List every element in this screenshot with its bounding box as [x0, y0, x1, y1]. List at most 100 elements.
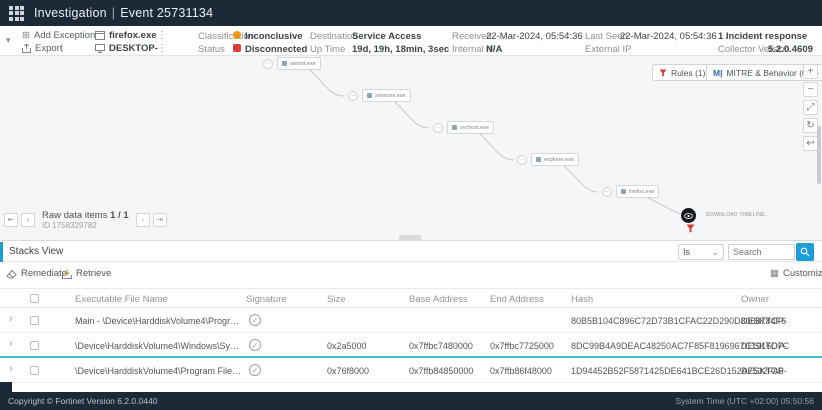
- process-node-label: firefox.exe: [629, 189, 654, 195]
- search-input[interactable]: [728, 244, 795, 260]
- destination-value: Service Access: [352, 31, 421, 42]
- raw-data-label: Raw data items: [42, 210, 107, 221]
- zoom-out-button[interactable]: −: [803, 82, 818, 97]
- process-menu-icon[interactable]: ⋮: [157, 30, 167, 41]
- process-node-icon: [367, 93, 372, 98]
- process-node-label: services.exe: [375, 93, 406, 99]
- row-expand-icon[interactable]: ›: [9, 338, 13, 350]
- table-row[interactable]: › \Device\HarddiskVolume4\Program Files\…: [0, 358, 822, 383]
- top-bar: Investigation | Event 25731134: [0, 0, 822, 26]
- select-all-checkbox[interactable]: [30, 294, 39, 303]
- cell-executable: \Device\HarddiskVolume4\Windows\System32…: [75, 341, 243, 351]
- apps-grid-icon[interactable]: [9, 6, 24, 21]
- node-more-icon[interactable]: ⋯: [348, 91, 358, 101]
- page-prev-button[interactable]: ‹: [21, 213, 35, 227]
- event-funnel-icon[interactable]: [686, 224, 695, 233]
- chevron-down-icon: ⌄: [711, 247, 719, 258]
- process-name: firefox.exe: [109, 30, 157, 41]
- signature-valid-icon: ✓: [249, 364, 261, 376]
- undo-button[interactable]: ↩: [803, 136, 818, 151]
- device-menu-icon[interactable]: ⋮: [157, 43, 167, 54]
- table-row[interactable]: › \Device\HarddiskVolume4\Windows\System…: [0, 333, 822, 358]
- node-more-icon[interactable]: ⋯: [602, 187, 612, 197]
- event-eye-node[interactable]: [681, 208, 696, 223]
- cell-owner: DESKTOP-: [741, 341, 787, 351]
- received-value: 22-Mar-2024, 05:54:36: [486, 31, 583, 42]
- row-expand-icon[interactable]: ›: [9, 313, 13, 325]
- col-end-address[interactable]: End Address: [490, 294, 544, 305]
- cell-end-address: 0x7ffb86f48000: [490, 366, 552, 376]
- process-node[interactable]: explorer.exe: [531, 153, 579, 166]
- row-checkbox[interactable]: [30, 366, 39, 375]
- bottom-panel-toggle[interactable]: [0, 382, 12, 392]
- table-row[interactable]: › Main - \Device\HarddiskVolume4\Program…: [0, 308, 822, 333]
- row-expand-icon[interactable]: ›: [9, 363, 13, 375]
- process-node-label: svchost.exe: [460, 125, 489, 131]
- copyright-text: Copyright © Fortinet Version 6.2.0.0440: [8, 396, 157, 406]
- zoom-in-button[interactable]: +: [803, 64, 818, 79]
- page-next-button[interactable]: ›: [136, 213, 150, 227]
- process-node[interactable]: services.exe: [362, 89, 411, 102]
- row-checkbox[interactable]: [30, 316, 39, 325]
- refresh-button[interactable]: ↻: [803, 118, 818, 133]
- stacks-action-bar: Remediate Retrieve ▦ Customize: [0, 263, 822, 288]
- process-node[interactable]: wininit.exe: [277, 57, 321, 70]
- cell-size: 0x2a5000: [327, 341, 367, 351]
- filter-operator-value: Is: [683, 247, 690, 257]
- page-first-button[interactable]: ⇤: [4, 213, 18, 227]
- col-hash[interactable]: Hash: [571, 294, 593, 305]
- process-item[interactable]: firefox.exe: [95, 30, 157, 41]
- cell-size: 0x76f8000: [327, 366, 369, 376]
- retrieve-button[interactable]: Retrieve: [62, 268, 111, 279]
- monitor-icon: [95, 44, 105, 53]
- col-executable-file-name[interactable]: Executable File Name: [75, 294, 168, 305]
- process-node-icon: [282, 61, 287, 66]
- col-owner[interactable]: Owner: [741, 294, 769, 305]
- external-ip-label: External IP: [585, 44, 631, 55]
- search-button[interactable]: [796, 243, 814, 261]
- export-menu-icon[interactable]: ⋮: [57, 43, 67, 54]
- panel-splitter-handle[interactable]: [399, 235, 421, 240]
- system-time-text: System Time (UTC +02:00) 05:50:56: [675, 396, 814, 406]
- customize-button[interactable]: ▦ Customize: [770, 268, 822, 279]
- col-signature[interactable]: Signature: [246, 294, 287, 305]
- add-exception-button[interactable]: ⊞ Add Exception: [22, 30, 95, 41]
- footer-bar: Copyright © Fortinet Version 6.2.0.0440 …: [0, 392, 822, 410]
- last-seen-value: 22-Mar-2024, 05:54:36: [620, 31, 717, 42]
- process-graph-panel: ⋯ wininit.exe ⋯ services.exe ⋯ svchost.e…: [0, 56, 822, 241]
- funnel-icon: [659, 69, 667, 77]
- incident-response-link[interactable]: 1 Incident response: [718, 31, 807, 42]
- cell-base-address: 0x7ffbc7480000: [409, 341, 473, 351]
- process-node[interactable]: firefox.exe: [616, 185, 659, 198]
- collapse-caret-icon[interactable]: ▾: [6, 35, 11, 46]
- page-last-button[interactable]: ⇥: [153, 213, 167, 227]
- process-node-icon: [452, 125, 457, 130]
- node-more-icon[interactable]: ⋯: [433, 123, 443, 133]
- col-size[interactable]: Size: [327, 294, 345, 305]
- process-node[interactable]: svchost.exe: [447, 121, 494, 134]
- app-title: Investigation: [34, 6, 107, 20]
- device-item[interactable]: DESKTOP-: [95, 43, 158, 54]
- cell-end-address: 0x7ffbc7725000: [490, 341, 554, 351]
- title-separator: |: [112, 6, 115, 20]
- row-checkbox[interactable]: [30, 341, 39, 350]
- signature-valid-icon: ✓: [249, 339, 261, 351]
- fit-view-button[interactable]: ⤢: [803, 100, 818, 115]
- search-icon: [800, 247, 810, 257]
- mitre-logo-icon: M|: [713, 68, 722, 78]
- download-timeline-label[interactable]: DOWNLOAD TIMELINE...: [706, 212, 770, 218]
- raw-data-id: ID 1758329782: [42, 221, 129, 230]
- device-name: DESKTOP-: [109, 43, 158, 54]
- add-exception-label: Add Exception: [34, 30, 95, 41]
- raw-data-page: 1 / 1: [110, 210, 129, 221]
- remediate-button[interactable]: Remediate: [6, 268, 67, 279]
- filter-operator-select[interactable]: Is ⌄: [678, 244, 724, 260]
- classification-value: Inconclusive: [245, 31, 303, 42]
- node-more-icon[interactable]: ⋯: [517, 155, 527, 165]
- node-more-icon[interactable]: ⋯: [263, 59, 273, 69]
- graph-scrollbar[interactable]: [817, 126, 821, 184]
- tab-stacks-view[interactable]: Stacks View: [9, 246, 63, 257]
- stacks-table-header: Executable File Name Signature Size Base…: [0, 288, 822, 308]
- remediate-icon: [6, 269, 17, 279]
- col-base-address[interactable]: Base Address: [409, 294, 468, 305]
